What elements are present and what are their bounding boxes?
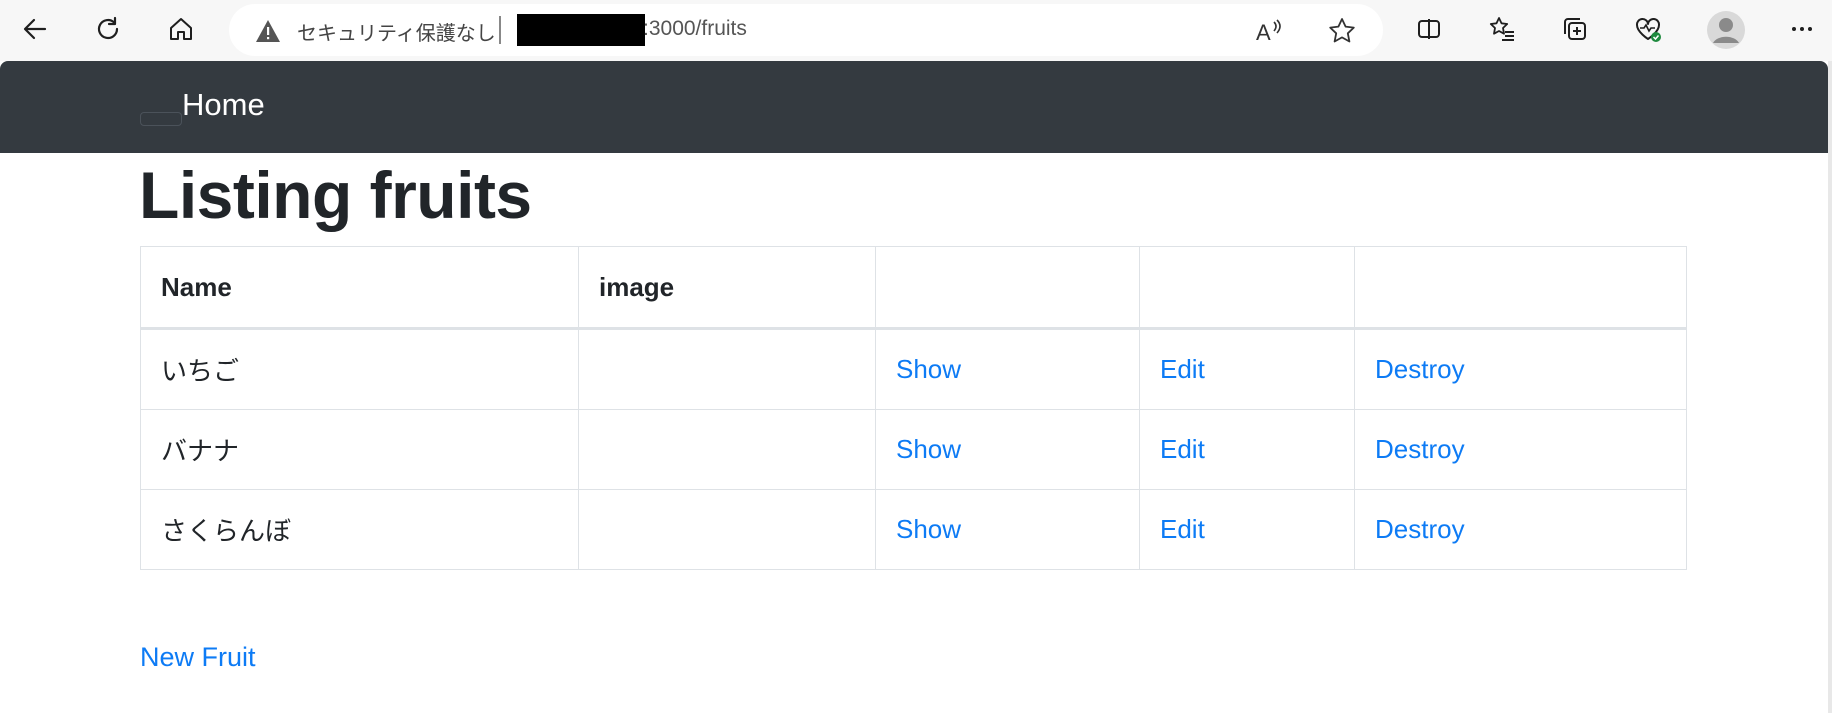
edit-link[interactable]: Edit xyxy=(1160,514,1205,544)
home-icon xyxy=(170,18,192,40)
show-link[interactable]: Show xyxy=(896,354,961,384)
security-status[interactable]: セキュリティ保護なし xyxy=(297,17,496,46)
back-icon xyxy=(23,18,47,40)
profile-button[interactable] xyxy=(1706,10,1746,50)
show-cell: Show xyxy=(875,409,1140,490)
table-row: いちご Show Edit Destroy xyxy=(140,328,1687,410)
fruit-name: さくらんぼ xyxy=(140,489,579,570)
address-separator xyxy=(499,16,501,44)
url-text[interactable]: :3000/fruits xyxy=(643,17,747,41)
refresh-button[interactable] xyxy=(89,10,127,48)
fruit-image xyxy=(578,409,876,490)
split-screen-button[interactable] xyxy=(1410,10,1448,48)
new-fruit-link[interactable]: New Fruit xyxy=(140,642,256,673)
destroy-link[interactable]: Destroy xyxy=(1375,434,1465,464)
favorites-list-icon xyxy=(1489,17,1514,41)
navbar-toggler[interactable] xyxy=(140,112,182,126)
redacted-host xyxy=(517,14,645,46)
navbar-home-link[interactable]: Home xyxy=(182,87,265,123)
fruit-name: バナナ xyxy=(140,409,579,490)
fruit-image xyxy=(578,489,876,570)
fruit-name: いちご xyxy=(140,328,579,410)
favorites-button[interactable] xyxy=(1483,10,1521,48)
refresh-icon xyxy=(97,16,119,40)
show-cell: Show xyxy=(875,328,1140,410)
destroy-link[interactable]: Destroy xyxy=(1375,514,1465,544)
edit-cell: Edit xyxy=(1139,409,1355,490)
edit-cell: Edit xyxy=(1139,489,1355,570)
show-link[interactable]: Show xyxy=(896,434,961,464)
destroy-cell: Destroy xyxy=(1354,409,1687,490)
column-header-name: Name xyxy=(140,246,579,330)
table-row: バナナ Show Edit Destroy xyxy=(140,409,1687,490)
page-viewport: Home Listing fruits Name image いちご Show xyxy=(0,61,1832,713)
show-cell: Show xyxy=(875,489,1140,570)
fruit-image xyxy=(578,328,876,410)
column-header-destroy xyxy=(1354,246,1687,330)
edit-link[interactable]: Edit xyxy=(1160,434,1205,464)
collections-icon xyxy=(1564,18,1586,40)
address-bar[interactable]: セキュリティ保護なし :3000/fruits A xyxy=(229,4,1383,56)
split-screen-icon xyxy=(1418,19,1440,39)
column-header-image: image xyxy=(578,246,876,330)
profile-avatar-icon xyxy=(1707,11,1745,49)
destroy-cell: Destroy xyxy=(1354,489,1687,570)
column-header-show xyxy=(875,246,1140,330)
table-row: さくらんぼ Show Edit Destroy xyxy=(140,489,1687,570)
destroy-link[interactable]: Destroy xyxy=(1375,354,1465,384)
browser-essentials-icon xyxy=(1636,18,1661,42)
table-header-row: Name image xyxy=(140,246,1687,330)
read-aloud-icon[interactable]: A xyxy=(1254,16,1284,46)
destroy-cell: Destroy xyxy=(1354,328,1687,410)
home-button[interactable] xyxy=(162,10,200,48)
collections-button[interactable] xyxy=(1556,10,1594,48)
svg-text:A: A xyxy=(1256,20,1271,45)
more-menu-button[interactable] xyxy=(1783,10,1821,48)
navbar: Home xyxy=(0,61,1828,153)
more-menu-icon xyxy=(1792,27,1812,31)
warning-icon xyxy=(256,20,280,42)
column-header-edit xyxy=(1139,246,1355,330)
favorite-star-icon[interactable] xyxy=(1327,16,1357,46)
browser-essentials-button[interactable] xyxy=(1629,10,1667,48)
show-link[interactable]: Show xyxy=(896,514,961,544)
back-button[interactable] xyxy=(16,10,54,48)
edit-cell: Edit xyxy=(1139,328,1355,410)
edit-link[interactable]: Edit xyxy=(1160,354,1205,384)
fruits-table: Name image いちご Show Edit Destroy バナナ Sho… xyxy=(140,246,1687,570)
page-title: Listing fruits xyxy=(139,158,532,232)
browser-toolbar: セキュリティ保護なし :3000/fruits A xyxy=(0,0,1832,61)
